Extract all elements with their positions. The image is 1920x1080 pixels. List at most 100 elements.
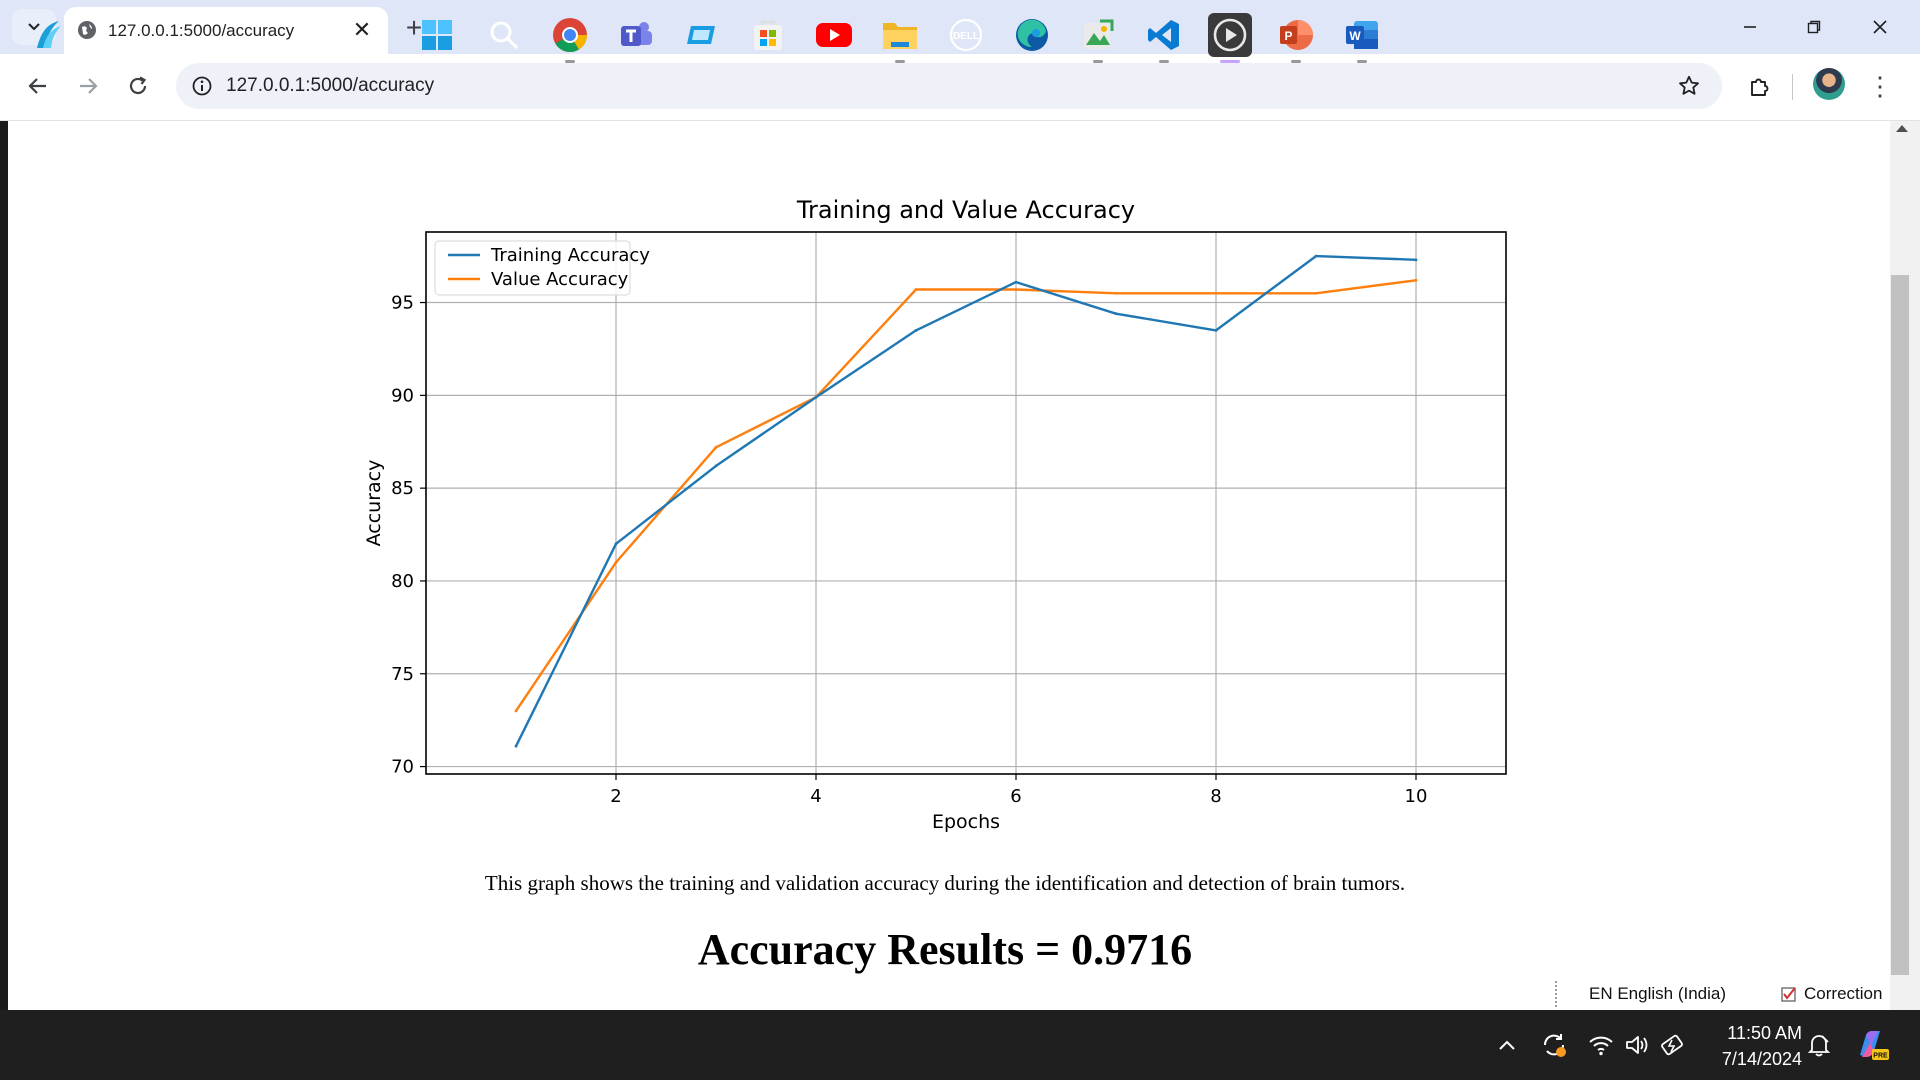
- x-tick-label: 2: [610, 786, 621, 807]
- running-indicator: [895, 60, 905, 63]
- scrollbar-thumb[interactable]: [1891, 275, 1909, 975]
- media-player-icon[interactable]: [1208, 13, 1252, 63]
- legend-label: Training Accuracy: [490, 245, 650, 266]
- correction-icon: [1781, 987, 1796, 1002]
- edge-icon[interactable]: [1010, 13, 1054, 57]
- url-text[interactable]: 127.0.0.1:5000/accuracy: [226, 75, 434, 97]
- data-point: [514, 709, 518, 713]
- sync-icon[interactable]: [1538, 1010, 1570, 1080]
- reload-button[interactable]: [118, 66, 158, 106]
- chart-grid: [426, 232, 1506, 774]
- powerpoint-icon[interactable]: P: [1274, 13, 1318, 63]
- notification-bell-icon[interactable]: [1804, 1010, 1834, 1080]
- x-tick-label: 10: [1405, 786, 1428, 807]
- info-icon[interactable]: [186, 70, 218, 102]
- x-axis-label: Epochs: [932, 811, 1000, 833]
- chart-legend: Training Accuracy Value Accuracy: [434, 240, 650, 296]
- minimize-button[interactable]: [1728, 8, 1772, 46]
- wifi-icon[interactable]: [1586, 1010, 1616, 1080]
- reload-icon: [129, 76, 147, 95]
- plot-area-frame: [425, 231, 1507, 775]
- tab-title: 127.0.0.1:5000/accuracy: [108, 21, 295, 40]
- data-point: [1014, 288, 1018, 291]
- data-point: [714, 445, 718, 449]
- data-point: [1014, 280, 1018, 284]
- y-tick-label: 75: [391, 664, 414, 685]
- y-tick-label: 85: [391, 478, 414, 499]
- more-menu-icon[interactable]: ⋮: [1864, 66, 1896, 106]
- toolbar-separator: [1792, 74, 1793, 100]
- y-tick-label: 90: [391, 385, 414, 406]
- data-point: [1114, 312, 1118, 316]
- battery-charging-icon[interactable]: [1658, 1010, 1688, 1080]
- series-line: [514, 254, 1417, 747]
- extensions-puzzle-icon[interactable]: [1740, 66, 1780, 106]
- running-indicator: [1291, 60, 1301, 63]
- windows-start-icon[interactable]: [415, 13, 459, 57]
- microsoft-store-icon[interactable]: [746, 13, 790, 57]
- file-explorer-icon[interactable]: [878, 13, 922, 63]
- forward-arrow-icon: [80, 78, 98, 94]
- scroll-up-arrow-icon[interactable]: [1896, 125, 1908, 132]
- x-tick-label: 4: [810, 786, 821, 807]
- data-point: [1114, 291, 1118, 295]
- running-indicator: [1093, 60, 1103, 63]
- data-point: [1214, 291, 1218, 295]
- green-app-icon[interactable]: [1076, 13, 1120, 63]
- word-icon[interactable]: W: [1340, 13, 1384, 63]
- remote-app-icon[interactable]: [680, 13, 724, 57]
- volume-icon[interactable]: [1622, 1010, 1652, 1080]
- browser-tab[interactable]: 127.0.0.1:5000/accuracy ✕: [64, 7, 388, 54]
- chart-ticks: 2 4 6 8 10 70 75 80 85 90 95: [391, 293, 1427, 807]
- chart-title: Training and Value Accuracy: [796, 196, 1135, 224]
- restore-button[interactable]: [1792, 8, 1836, 46]
- chrome-icon[interactable]: [548, 13, 592, 63]
- data-point: [1414, 278, 1418, 282]
- running-indicator: [1159, 60, 1169, 63]
- y-axis-label: Accuracy: [363, 460, 385, 547]
- data-point: [614, 542, 618, 546]
- back-arrow-icon: [28, 78, 46, 94]
- y-tick-label: 80: [391, 571, 414, 592]
- input-language[interactable]: EN English (India): [1589, 984, 1726, 1004]
- x-tick-label: 8: [1210, 786, 1221, 807]
- chart-series-lines: [514, 254, 1417, 747]
- legend-label: Value Accuracy: [491, 269, 629, 290]
- show-hidden-icons-button[interactable]: [1492, 1010, 1522, 1080]
- weather-widget-icon[interactable]: [26, 13, 70, 57]
- bookmark-star-icon[interactable]: [1674, 71, 1704, 101]
- svg-text:P: P: [1284, 29, 1292, 43]
- svg-text:W: W: [1349, 29, 1361, 43]
- data-point: [1314, 291, 1318, 295]
- y-tick-label: 95: [391, 293, 414, 314]
- vscode-icon[interactable]: [1142, 13, 1186, 63]
- language-bar-grip[interactable]: [1555, 981, 1559, 1007]
- language-bar: EN English (India) Correction: [1555, 978, 1920, 1010]
- data-point: [914, 328, 918, 332]
- data-point: [1414, 258, 1418, 262]
- line-chart-svg: Training and Value Accuracy 2 4 6 8 10 70 75 80…: [363, 196, 1507, 833]
- teams-icon[interactable]: [614, 13, 658, 57]
- forward-button[interactable]: [68, 66, 108, 106]
- clock-time: 11:50 AM: [1727, 1023, 1802, 1043]
- minimize-icon: [1744, 26, 1756, 28]
- vertical-scrollbar[interactable]: [1890, 121, 1920, 1010]
- back-button[interactable]: [18, 66, 58, 106]
- copilot-preview-icon[interactable]: PRE: [1852, 1010, 1892, 1080]
- system-clock[interactable]: 11:50 AM 7/14/2024: [1700, 1020, 1802, 1072]
- chevron-up-icon: [1499, 1040, 1515, 1050]
- close-icon: [1873, 20, 1887, 34]
- y-tick-label: 70: [391, 757, 414, 778]
- correction-label[interactable]: Correction: [1804, 984, 1882, 1004]
- address-bar[interactable]: 127.0.0.1:5000/accuracy: [176, 63, 1722, 109]
- accuracy-result: Accuracy Results = 0.9716: [697, 925, 1193, 974]
- close-window-button[interactable]: [1858, 8, 1902, 46]
- data-point: [1214, 328, 1218, 332]
- data-point: [1314, 254, 1318, 258]
- youtube-icon[interactable]: [812, 13, 856, 57]
- tab-close-icon[interactable]: ✕: [350, 17, 374, 42]
- search-icon[interactable]: [482, 13, 526, 57]
- profile-avatar[interactable]: [1813, 68, 1845, 100]
- dell-icon[interactable]: DELL: [944, 13, 988, 57]
- data-point: [614, 560, 618, 564]
